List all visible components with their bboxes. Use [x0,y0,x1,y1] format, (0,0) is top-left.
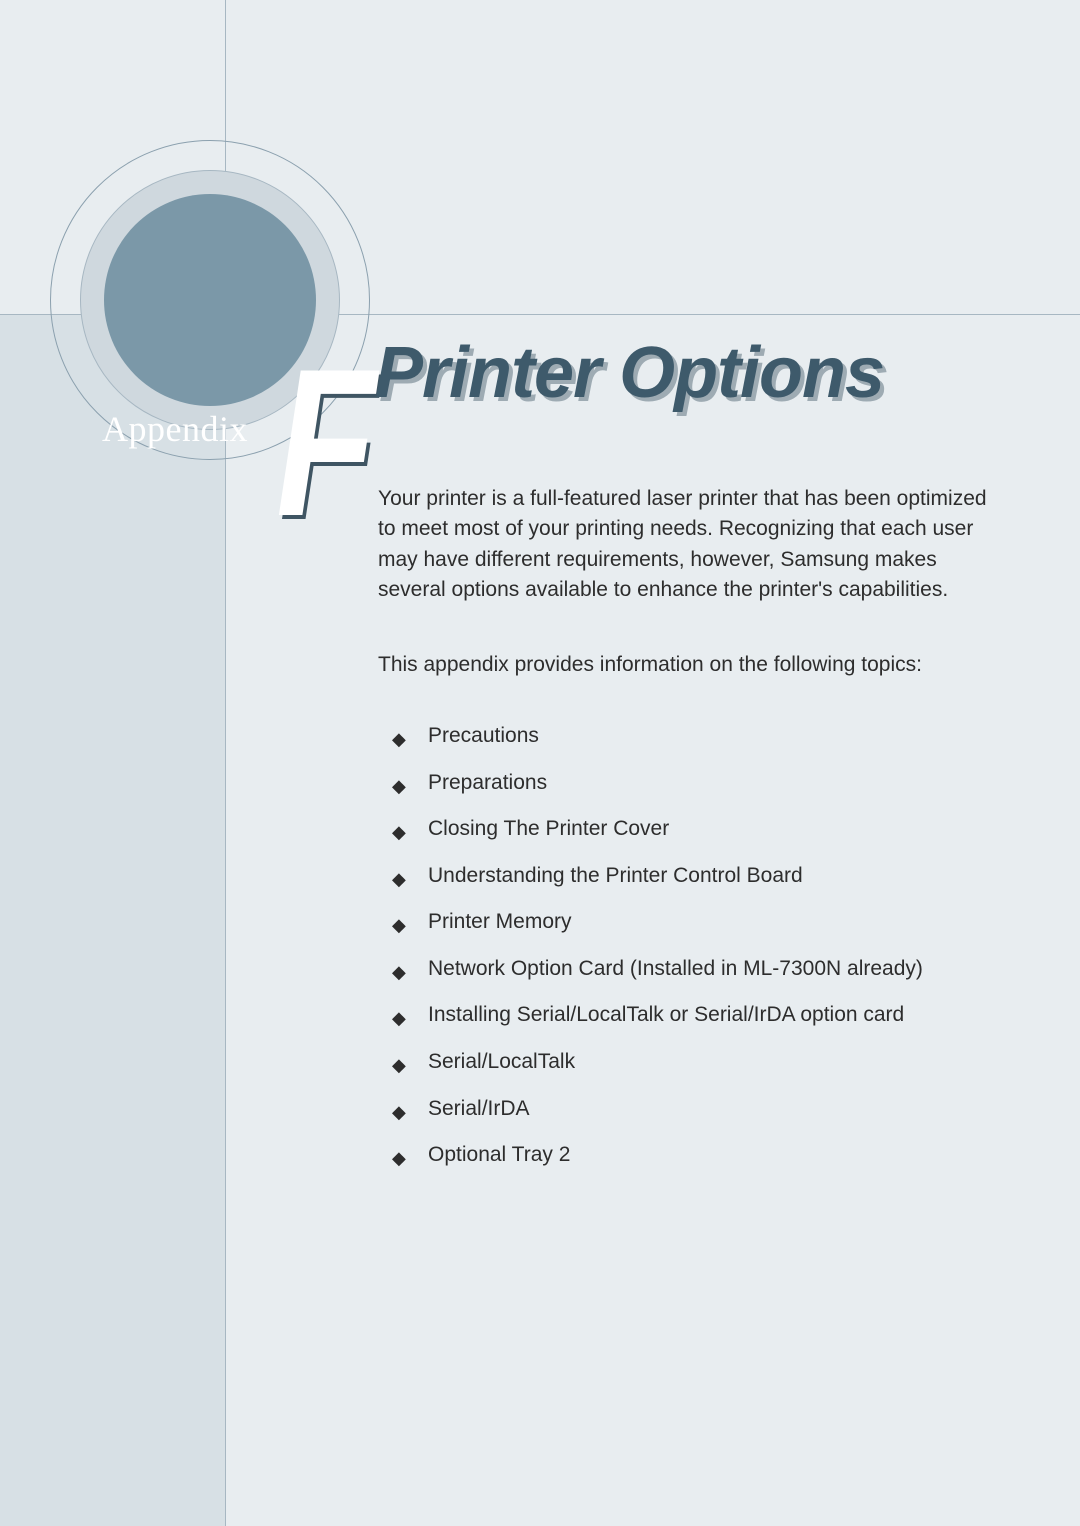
diamond-bullet-icon: ◆ [392,1005,406,1033]
list-item-label: Closing The Printer Cover [428,817,669,840]
diamond-bullet-icon: ◆ [392,959,406,987]
list-item-label: Serial/LocalTalk [428,1050,575,1073]
page-title-text: Printer Options [375,332,884,414]
appendix-ornament: Appendix F [50,140,370,460]
list-item: ◆ Serial/LocalTalk [392,1046,998,1079]
list-item-label: Understanding the Printer Control Board [428,864,803,887]
list-item: ◆ Understanding the Printer Control Board [392,860,998,893]
list-item-label: Optional Tray 2 [428,1143,570,1166]
list-item-label: Printer Memory [428,910,572,933]
list-item: ◆ Serial/IrDA [392,1093,998,1126]
list-item: ◆ Optional Tray 2 [392,1139,998,1172]
appendix-letter: F [276,338,370,548]
intro-paragraph: Your printer is a full-featured laser pr… [378,484,998,606]
diamond-bullet-icon: ◆ [392,819,406,847]
diamond-bullet-icon: ◆ [392,773,406,801]
content-block: Your printer is a full-featured laser pr… [378,484,998,1186]
diamond-bullet-icon: ◆ [392,866,406,894]
list-item-label: Precautions [428,724,539,747]
diamond-bullet-icon: ◆ [392,1145,406,1173]
page-title: Printer Options Printer Options [375,332,884,414]
topics-list: ◆ Precautions ◆ Preparations ◆ Closing The Pr… [378,720,998,1171]
list-item: ◆ Preparations [392,767,998,800]
list-item: ◆ Precautions [392,720,998,753]
appendix-label: Appendix [102,408,248,450]
diamond-bullet-icon: ◆ [392,1052,406,1080]
list-item: ◆ Closing The Printer Cover [392,813,998,846]
diamond-bullet-icon: ◆ [392,1099,406,1127]
sidebar-shade [0,314,225,1526]
lead-line: This appendix provides information on th… [378,650,998,680]
list-item-label: Preparations [428,771,547,794]
list-item-label: Installing Serial/LocalTalk or Serial/Ir… [428,1003,904,1026]
list-item-label: Network Option Card (Installed in ML-730… [428,957,923,980]
diamond-bullet-icon: ◆ [392,726,406,754]
list-item: ◆ Printer Memory [392,906,998,939]
list-item: ◆ Installing Serial/LocalTalk or Serial/I… [392,999,998,1032]
list-item-label: Serial/IrDA [428,1097,530,1120]
diamond-bullet-icon: ◆ [392,912,406,940]
list-item: ◆ Network Option Card (Installed in ML-73… [392,953,998,986]
